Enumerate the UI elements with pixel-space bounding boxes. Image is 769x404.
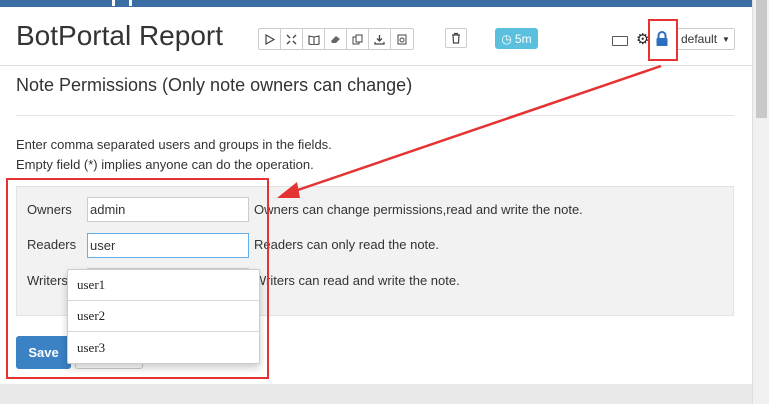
keyboard-icon[interactable]: [612, 36, 628, 46]
logo-fragment: [112, 0, 132, 6]
writers-help: Writers can read and write the note.: [254, 273, 460, 288]
scrollbar-thumb[interactable]: [756, 0, 767, 118]
interpreter-select-value: default: [681, 32, 718, 46]
trash-icon[interactable]: [445, 28, 467, 48]
book-icon[interactable]: [303, 29, 325, 49]
top-nav-bar: [0, 0, 752, 7]
permissions-title: Note Permissions (Only note owners can c…: [16, 75, 413, 95]
interpreter-select[interactable]: default ▼: [676, 28, 735, 50]
instruction-text-1: Enter comma separated users and groups i…: [16, 137, 332, 152]
clone-icon[interactable]: [347, 29, 369, 49]
instruction-text-2: Empty field (*) implies anyone can do th…: [16, 157, 314, 172]
clock-icon: ◷: [501, 31, 512, 46]
page-title: BotPortal Report: [16, 20, 223, 51]
timer-label: 5m: [514, 31, 532, 46]
caret-down-icon: ▼: [722, 34, 730, 44]
annotation-lock-highlight: [648, 19, 678, 61]
readers-help: Readers can only read the note.: [254, 237, 440, 252]
eraser-icon[interactable]: [325, 29, 347, 49]
hide-code-icon[interactable]: [281, 29, 303, 49]
note-toolbar: [258, 28, 414, 50]
page-scrollbar[interactable]: [752, 0, 769, 404]
run-icon[interactable]: [259, 29, 281, 49]
annotation-form-highlight: [6, 178, 269, 379]
version-icon[interactable]: [391, 29, 413, 49]
cron-timer-badge[interactable]: ◷ 5m: [495, 28, 538, 49]
divider: [16, 115, 734, 116]
export-icon[interactable]: [369, 29, 391, 49]
note-header: BotPortal Report ◷ 5m ⚙ default ▼: [0, 7, 752, 66]
owners-help: Owners can change permissions,read and w…: [254, 202, 583, 217]
